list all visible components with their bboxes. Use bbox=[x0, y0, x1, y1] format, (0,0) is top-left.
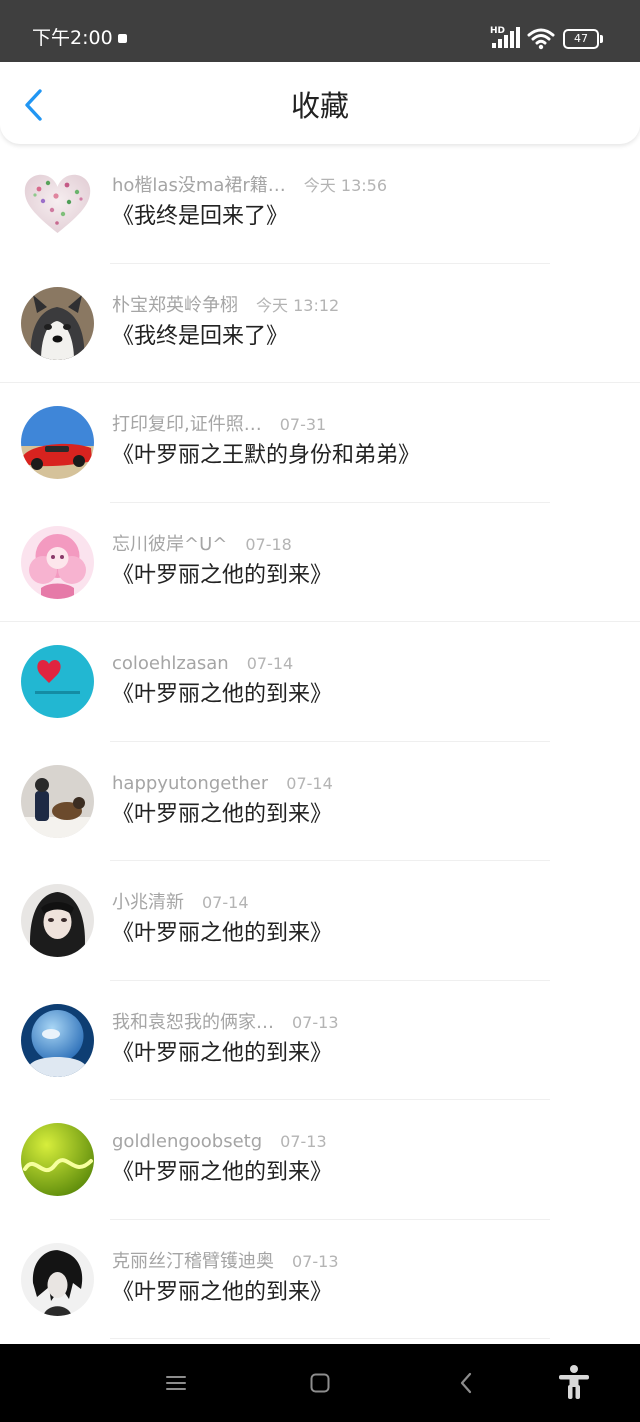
signal-icon: HD bbox=[490, 26, 520, 50]
author-name: 打印复印,证件照… bbox=[112, 414, 262, 435]
story-title: 《叶罗丽之他的到来》 bbox=[112, 1040, 333, 1066]
battery-level: 47 bbox=[563, 29, 599, 49]
story-title: 《叶罗丽之王默的身份和弟弟》 bbox=[112, 443, 421, 468]
save-date: 07-13 bbox=[280, 1132, 327, 1151]
author-name: goldlengoobsetg bbox=[112, 1131, 263, 1152]
save-date: 07-31 bbox=[279, 415, 327, 434]
list-item[interactable]: 小兆清新 07-14 《叶罗丽之他的到来》 bbox=[0, 861, 640, 981]
item-meta: coloehlzasan 07-14 bbox=[112, 652, 293, 676]
list-item[interactable]: goldlengoobsetg 07-13 《叶罗丽之他的到来》 bbox=[0, 1100, 640, 1220]
item-meta: ho楷las没ma裙r籍… 今天 13:56 bbox=[112, 174, 387, 198]
item-meta: 朴宝郑英岭争栩 今天 13:12 bbox=[112, 294, 339, 318]
save-date: 07-18 bbox=[245, 534, 292, 554]
author-name: 忘川彼岸^U^ bbox=[112, 533, 228, 555]
avatar bbox=[21, 1242, 94, 1316]
battery-icon: 47 bbox=[563, 29, 603, 49]
avatar bbox=[21, 1003, 94, 1077]
avatar bbox=[21, 286, 94, 360]
story-title: 《我终是回来了》 bbox=[112, 204, 289, 229]
story-title: 《叶罗丽之他的到来》 bbox=[112, 1160, 333, 1185]
list-item[interactable]: 打印复印,证件照… 07-31 《叶罗丽之王默的身份和弟弟》 bbox=[0, 383, 640, 503]
author-name: coloehlzasan bbox=[112, 653, 229, 674]
author-name: 克丽丝汀稽臂镬迪奥 bbox=[112, 1250, 274, 1272]
avatar bbox=[21, 764, 94, 838]
list-item[interactable]: coloehlzasan 07-14 《叶罗丽之他的到来》 bbox=[0, 622, 640, 742]
story-title: 《叶罗丽之他的到来》 bbox=[112, 562, 333, 588]
list-item[interactable]: 克丽丝汀稽臂镬迪奥 07-13 《叶罗丽之他的到来》 bbox=[0, 1220, 640, 1339]
avatar bbox=[21, 167, 94, 240]
item-meta: 克丽丝汀稽臂镬迪奥 07-13 bbox=[112, 1250, 339, 1274]
item-meta: 我和袁恕我的俩家… 07-13 bbox=[112, 1011, 339, 1035]
author-name: 我和袁恕我的俩家… bbox=[112, 1011, 274, 1033]
story-title: 《叶罗丽之他的到来》 bbox=[112, 682, 333, 707]
avatar bbox=[21, 1123, 94, 1196]
menu-icon[interactable] bbox=[161, 1368, 191, 1398]
list-item[interactable]: 忘川彼岸^U^ 07-18 《叶罗丽之他的到来》 bbox=[0, 503, 640, 622]
avatar bbox=[21, 525, 94, 599]
save-date: 07-13 bbox=[292, 1251, 339, 1271]
avatar bbox=[21, 406, 94, 479]
list-item[interactable]: 朴宝郑英岭争栩 今天 13:12 《我终是回来了》 bbox=[0, 264, 640, 383]
story-title: 《叶罗丽之他的到来》 bbox=[112, 921, 333, 946]
item-meta: goldlengoobsetg 07-13 bbox=[112, 1130, 327, 1154]
avatar bbox=[21, 645, 94, 718]
home-icon[interactable] bbox=[305, 1368, 335, 1398]
item-meta: 打印复印,证件照… 07-31 bbox=[112, 413, 326, 437]
save-date: 07-13 bbox=[292, 1012, 339, 1032]
item-meta: 忘川彼岸^U^ 07-18 bbox=[112, 533, 292, 557]
save-date: 今天 13:56 bbox=[303, 176, 387, 195]
story-title: 《叶罗丽之他的到来》 bbox=[112, 801, 333, 827]
list-item[interactable]: 我和袁恕我的俩家… 07-13 《叶罗丽之他的到来》 bbox=[0, 981, 640, 1100]
author-name: ho楷las没ma裙r籍… bbox=[112, 175, 286, 196]
avatar bbox=[21, 884, 94, 957]
list-item[interactable]: ho楷las没ma裙r籍… 今天 13:56 《我终是回来了》 bbox=[0, 144, 640, 264]
divider bbox=[110, 1338, 550, 1339]
accessibility-icon[interactable] bbox=[557, 1364, 591, 1400]
story-title: 《我终是回来了》 bbox=[112, 323, 289, 349]
app-header: 收藏 bbox=[0, 62, 640, 144]
status-time: 下午2:00 bbox=[32, 27, 113, 49]
save-date: 今天 13:12 bbox=[256, 295, 340, 315]
author-name: happyutongether bbox=[112, 772, 269, 794]
status-bar: 下午2:00 HD 47 bbox=[0, 0, 640, 62]
author-name: 小兆清新 bbox=[112, 892, 184, 913]
list-item[interactable]: happyutongether 07-14 《叶罗丽之他的到来》 bbox=[0, 742, 640, 861]
save-date: 07-14 bbox=[246, 654, 294, 673]
story-title: 《叶罗丽之他的到来》 bbox=[112, 1279, 333, 1305]
network-label: HD bbox=[490, 26, 506, 36]
item-meta: 小兆清新 07-14 bbox=[112, 891, 249, 915]
save-date: 07-14 bbox=[202, 893, 249, 912]
notification-icon bbox=[118, 34, 127, 43]
back-nav-icon[interactable] bbox=[451, 1368, 481, 1398]
wifi-icon bbox=[527, 28, 555, 50]
save-date: 07-14 bbox=[286, 773, 333, 793]
system-nav-bar bbox=[0, 1344, 640, 1422]
favorites-list: ho楷las没ma裙r籍… 今天 13:56 《我终是回来了》 朴宝郑英岭争栩 今天… bbox=[0, 144, 640, 1339]
author-name: 朴宝郑英岭争栩 bbox=[112, 294, 238, 316]
item-meta: happyutongether 07-14 bbox=[112, 772, 333, 796]
page-title: 收藏 bbox=[290, 89, 349, 123]
